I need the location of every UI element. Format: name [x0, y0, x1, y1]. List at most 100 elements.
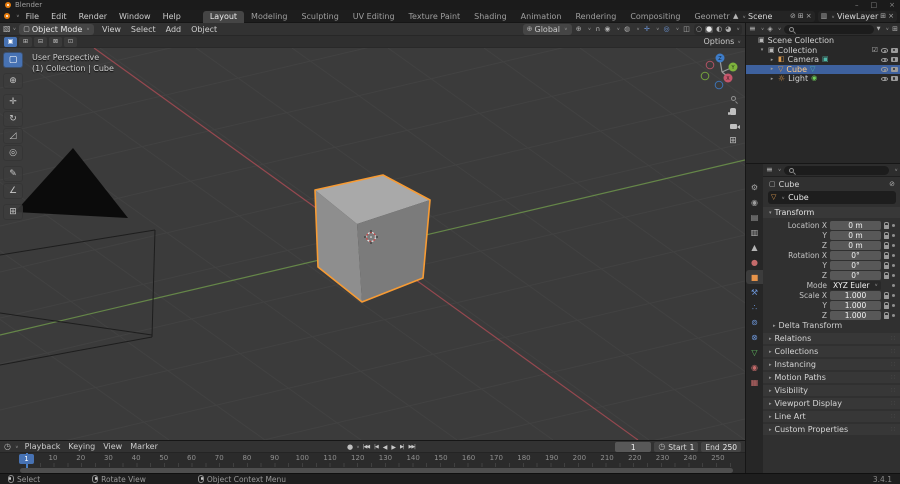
menu-item[interactable]: Edit [45, 12, 73, 21]
current-frame-badge[interactable]: 1 [19, 454, 34, 464]
frame-range-start[interactable]: ◷ Start 1 [654, 442, 699, 452]
tool-button[interactable]: ▢ [3, 52, 23, 68]
workspace-tab[interactable]: Rendering [568, 11, 623, 23]
disable-in-renders-toggle[interactable] [891, 57, 898, 63]
neg-y-axis-ball[interactable] [700, 71, 710, 81]
properties-tab[interactable]: ⚒ [746, 285, 763, 299]
lock-icon[interactable] [884, 312, 889, 319]
frame-range-end[interactable]: End 250 [701, 442, 741, 452]
animate-dot[interactable] [892, 263, 895, 267]
menu-item[interactable]: Help [157, 12, 187, 21]
workspace-tab[interactable]: Animation [514, 11, 569, 23]
toggle-ortho-button[interactable]: ⊞ [726, 134, 740, 147]
editor-type-icon[interactable]: ▧ [3, 25, 11, 33]
properties-tab[interactable]: ◉ [746, 195, 763, 209]
properties-tab[interactable]: ⚙ [746, 180, 763, 194]
animate-dot[interactable] [892, 303, 895, 307]
menu-item[interactable]: Window [113, 12, 157, 21]
properties-search-input[interactable] [784, 165, 890, 175]
neg-z-axis-ball[interactable] [714, 80, 724, 90]
lock-icon[interactable] [884, 242, 889, 249]
timeline-menu-item[interactable]: View [99, 442, 126, 451]
breadcrumb-object-name[interactable]: Cube [779, 180, 800, 189]
properties-tab[interactable]: ▦ [746, 375, 763, 389]
snap-magnet-icon[interactable]: ∩ [595, 25, 600, 33]
outliner-item-name[interactable]: Light [788, 74, 808, 83]
tool-button[interactable]: ◎ [3, 145, 23, 161]
workspace-tab[interactable]: Layout [202, 10, 245, 23]
animate-dot[interactable] [892, 233, 895, 237]
rotation-mode-dropdown[interactable]: XYZ Euler ∨ [830, 280, 881, 290]
animate-dot[interactable] [892, 223, 895, 227]
close-button[interactable]: × [889, 1, 895, 9]
transform-panel-header[interactable]: ▾ Transform [763, 207, 900, 218]
properties-tab[interactable]: ▥ [746, 225, 763, 239]
cube-object[interactable] [314, 174, 431, 303]
tool-button[interactable]: ✎ [3, 166, 23, 182]
pin-icon[interactable]: ⊘ [889, 180, 895, 188]
properties-tab[interactable]: ▽ [746, 345, 763, 359]
pan-view-button[interactable] [726, 105, 740, 118]
animate-dot[interactable] [892, 313, 895, 317]
start-value[interactable]: 1 [690, 443, 695, 452]
exclude-checkbox[interactable]: ☑ [872, 46, 878, 54]
camera-view-button[interactable] [726, 120, 740, 133]
mode-dropdown[interactable]: ▢ Object Mode ∨ [19, 23, 94, 35]
app-menu-blender-icon[interactable] [4, 13, 10, 19]
outliner-item-name[interactable]: Scene Collection [768, 36, 835, 45]
select-mode-button[interactable]: ▣ [4, 36, 17, 47]
maximize-button[interactable]: □ [871, 1, 878, 9]
scene-selector[interactable]: ▲ ∨ Scene ⊘ ⊞ × [729, 11, 815, 22]
delta-transform-row[interactable]: ▸ Delta Transform [763, 320, 900, 331]
new-scene-icon[interactable]: ⊞ [798, 13, 804, 20]
properties-tab[interactable]: ⊗ [746, 330, 763, 344]
hide-in-viewport-toggle[interactable] [881, 76, 888, 81]
show-overlays-icon[interactable]: ◎ [663, 25, 669, 33]
select-mode-button[interactable]: ⊞ [19, 36, 32, 47]
select-mode-button[interactable]: ⊠ [49, 36, 62, 47]
outliner-row[interactable]: ▾ ▣ Collection ☑ [746, 46, 900, 56]
object-name-value[interactable]: Cube [788, 193, 809, 202]
lock-icon[interactable] [884, 252, 889, 259]
value-field[interactable]: 0° [830, 270, 881, 280]
workspace-tab[interactable]: UV Editing [346, 11, 402, 23]
transform-orientation-dropdown[interactable]: ⊕ Global ∨ [522, 23, 572, 35]
viewlayer-name[interactable]: ViewLayer [837, 12, 878, 21]
filter-icon[interactable]: ▼ [877, 26, 881, 32]
lock-icon[interactable] [884, 292, 889, 299]
jump-to-start-button[interactable]: |◀◀ [361, 444, 371, 450]
value-field[interactable]: 1.000 [830, 290, 881, 300]
disclosure-triangle[interactable]: ▾ [759, 47, 765, 53]
panel-section-header[interactable]: ▸ Visibility [763, 385, 900, 396]
tool-button[interactable]: ↻ [3, 111, 23, 127]
pin-icon[interactable]: ⊘ [790, 13, 796, 20]
properties-tab[interactable]: ◉ [746, 360, 763, 374]
prev-keyframe-button[interactable]: |◀ [372, 444, 380, 450]
value-field[interactable]: 1.000 [830, 310, 881, 320]
properties-tab[interactable]: ▤ [746, 210, 763, 224]
editor-type-icon[interactable]: ≡ [749, 25, 756, 33]
pivot-point-icon[interactable]: ⊕ [576, 25, 582, 33]
panel-section-header[interactable]: ▸ Collections [763, 346, 900, 357]
solid-shading-icon[interactable]: ● [705, 25, 714, 33]
timeline-menu-item[interactable]: Playback [21, 442, 65, 451]
view-object-types-icon[interactable]: ◍ [624, 25, 630, 33]
disable-in-renders-toggle[interactable] [891, 47, 898, 53]
timeline-menu-item[interactable]: Keying [64, 442, 99, 451]
jump-to-end-button[interactable]: ▶▶| [406, 444, 416, 450]
tool-button[interactable]: ✛ [3, 94, 23, 110]
editor-type-icon[interactable]: ≡ [766, 166, 773, 174]
lock-icon[interactable] [884, 262, 889, 269]
panel-section-header[interactable]: ▸ Custom Properties [763, 424, 900, 435]
next-keyframe-button[interactable]: ▶| [398, 444, 406, 450]
menu-item[interactable]: File [20, 12, 45, 21]
new-viewlayer-icon[interactable]: ⊞ [880, 13, 886, 20]
select-mode-button[interactable]: ⊟ [34, 36, 47, 47]
workspace-tab[interactable]: Shading [467, 11, 514, 23]
disable-in-renders-toggle[interactable] [891, 76, 898, 82]
unlink-scene-icon[interactable]: × [806, 13, 812, 20]
viewport-menu-item[interactable]: Select [126, 25, 161, 34]
auto-keying-button[interactable]: ● [347, 443, 353, 451]
properties-tab[interactable]: ▲ [746, 240, 763, 254]
viewport-menu-item[interactable]: Add [161, 25, 187, 34]
